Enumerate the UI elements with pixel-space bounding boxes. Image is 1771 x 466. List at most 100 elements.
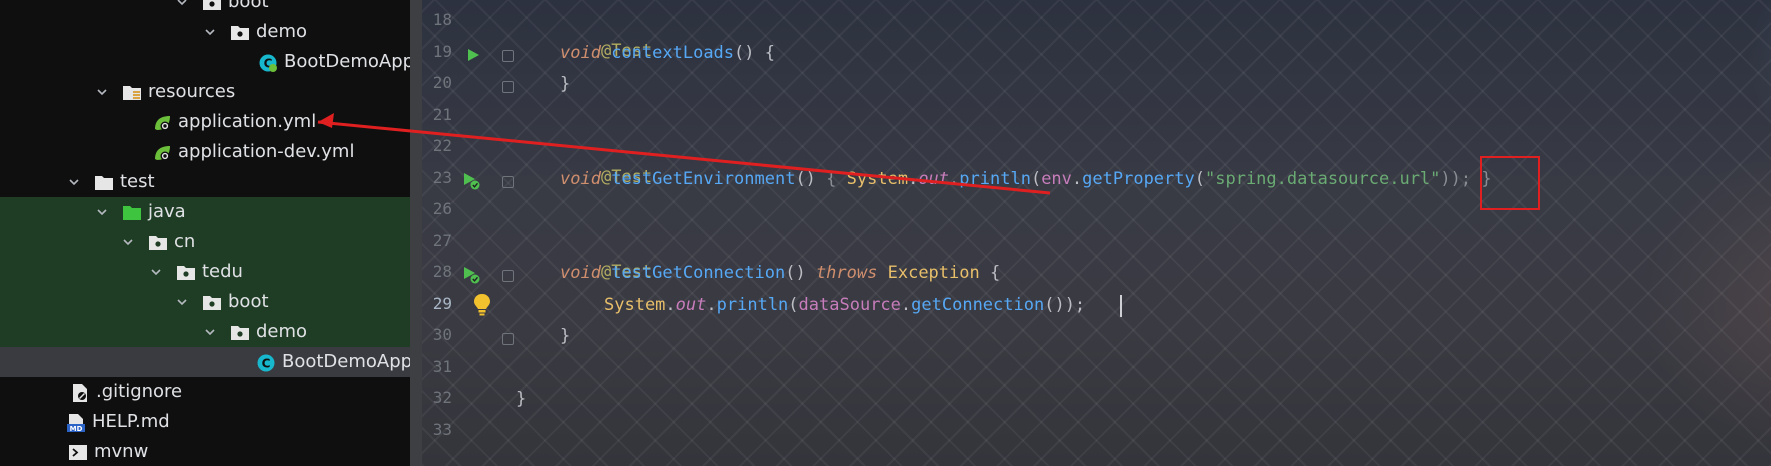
method-token: testGetConnection (611, 263, 786, 283)
line-number: 21 (432, 105, 452, 124)
env-highlight-box (1480, 156, 1540, 210)
punct-token: } (560, 326, 571, 346)
tree-item-boot[interactable]: boot (0, 287, 410, 317)
code-line-29[interactable]: System.out.println(dataSource.getConnect… (604, 290, 1085, 320)
line-number: 33 (432, 420, 452, 439)
code-line-30[interactable]: } (560, 321, 570, 351)
punct-token: () (785, 263, 806, 283)
code-line-20[interactable]: } (560, 69, 570, 99)
package-folder-icon (202, 0, 222, 11)
tree-item-label: .gitignore (96, 381, 183, 402)
code-editor[interactable]: 18 19 20 21 22 23 26 27 28 29 30 31 32 3… (422, 0, 1771, 466)
project-tree-panel: boot demo C BootDemoApp resources applic… (0, 0, 410, 466)
tree-item-label: cn (174, 231, 196, 252)
panel-splitter[interactable] (410, 0, 422, 466)
chevron-down-icon[interactable] (96, 206, 108, 218)
keyword-token: void (560, 263, 601, 283)
variable-token: dataSource (798, 295, 901, 315)
code-line-28[interactable]: void testGetConnection() throws Exceptio… (560, 258, 1000, 288)
gitignore-icon (70, 383, 90, 402)
tree-item-cn[interactable]: cn (0, 227, 410, 257)
tree-item-label: BootDemoApp (282, 351, 410, 372)
keyword-token: void (560, 169, 601, 189)
line-number: 32 (432, 388, 452, 407)
code-line-32[interactable]: } (516, 384, 526, 414)
tree-item-gitignore[interactable]: .gitignore (0, 377, 410, 407)
punct-token: () (734, 43, 755, 63)
package-folder-icon (148, 233, 168, 251)
string-token: "spring.datasource.url" (1205, 169, 1441, 189)
tree-item-application-dev-yml[interactable]: application-dev.yml (0, 137, 410, 167)
punct-token: ()); (1044, 295, 1086, 315)
chevron-down-icon[interactable] (122, 236, 134, 248)
field-token: out (675, 295, 707, 315)
method-token: getProperty (1082, 169, 1195, 189)
tree-item-label: boot (228, 291, 269, 312)
tree-item-test[interactable]: test (0, 167, 410, 197)
tree-item-demo[interactable]: demo (0, 317, 410, 347)
line-number: 30 (432, 325, 452, 344)
field-token: out (918, 169, 950, 189)
fold-marker-icon[interactable] (502, 81, 514, 93)
tree-item-application-yml[interactable]: application.yml (0, 107, 410, 137)
punct-token: } (516, 389, 527, 409)
tree-item-label: demo (256, 321, 308, 342)
variable-token: env (1041, 169, 1072, 189)
tree-item-demo[interactable]: demo (0, 17, 410, 47)
punct-token: ( (788, 295, 799, 315)
code-line-22[interactable]: @Test (560, 132, 652, 187)
tree-item-boot[interactable]: boot (0, 0, 410, 17)
tree-item-bootdemoapp-tests[interactable]: C BootDemoApp (0, 347, 410, 377)
fold-marker-icon[interactable] (502, 50, 514, 62)
tree-item-label: demo (256, 21, 308, 42)
spring-class-icon: C (258, 53, 278, 72)
chevron-down-icon[interactable] (96, 86, 108, 98)
run-test-status-icon[interactable] (462, 265, 482, 289)
line-number: 23 (432, 168, 452, 187)
chevron-down-icon[interactable] (150, 266, 162, 278)
fold-marker-icon[interactable] (502, 270, 514, 282)
punct-token: ( (1194, 169, 1205, 189)
run-test-icon[interactable] (466, 47, 480, 66)
code-line-23[interactable]: void testGetEnvironment() { System.out.p… (560, 164, 1492, 194)
tree-item-label: HELP.md (92, 411, 170, 432)
line-number-current: 29 (432, 294, 452, 313)
lightbulb-icon[interactable] (472, 293, 492, 321)
punct-token: . (706, 295, 717, 315)
tree-item-bootdemoapp[interactable]: C BootDemoApp (0, 47, 410, 77)
line-number: 28 (432, 262, 452, 281)
tree-item-label: tedu (202, 261, 243, 282)
terminal-icon (68, 443, 88, 461)
fold-marker-icon[interactable] (502, 333, 514, 345)
punct-token: } (560, 74, 571, 94)
test-source-folder-icon (122, 203, 142, 221)
tree-item-label: application-dev.yml (178, 141, 355, 162)
tree-item-help-md[interactable]: MD HELP.md (0, 407, 410, 437)
tree-item-java[interactable]: java (0, 197, 410, 227)
tree-item-label: boot (228, 0, 269, 12)
punct-token: . (908, 169, 919, 189)
line-number: 19 (432, 42, 452, 61)
code-line-27[interactable]: @Test (560, 227, 652, 282)
code-line-19[interactable]: void contextLoads() { (560, 38, 775, 68)
code-line-18[interactable]: @Test (560, 6, 652, 61)
chevron-down-icon[interactable] (204, 326, 216, 338)
tree-item-resources[interactable]: resources (0, 77, 410, 107)
tree-item-label: resources (148, 81, 236, 102)
chevron-down-icon[interactable] (176, 296, 188, 308)
chevron-down-icon[interactable] (68, 176, 80, 188)
line-number: 18 (432, 10, 452, 29)
package-folder-icon (230, 23, 250, 41)
chevron-down-icon[interactable] (204, 26, 216, 38)
tree-item-mvnw[interactable]: mvnw (0, 437, 410, 466)
spring-config-icon (152, 113, 172, 131)
punct-token: . (949, 169, 960, 189)
tree-item-tedu[interactable]: tedu (0, 257, 410, 287)
run-test-status-icon[interactable] (462, 171, 482, 195)
method-token: testGetEnvironment (611, 169, 796, 189)
fold-marker-icon[interactable] (502, 176, 514, 188)
punct-token: () (795, 169, 816, 189)
chevron-down-icon[interactable] (176, 0, 188, 8)
punct-token: { (815, 169, 847, 189)
punct-token: . (1071, 169, 1083, 189)
